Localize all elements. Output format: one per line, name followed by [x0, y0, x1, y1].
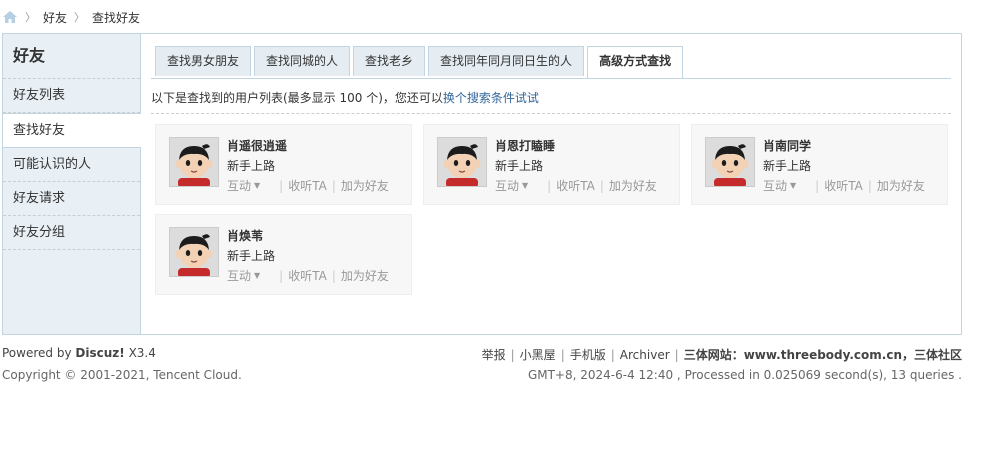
add-friend-link[interactable]: 加为好友: [877, 177, 925, 194]
chevron-down-icon[interactable]: ▼: [254, 181, 260, 190]
tab-advanced-search[interactable]: 高级方式查找: [587, 46, 684, 79]
user-name[interactable]: 肖南同学: [763, 137, 811, 154]
user-name[interactable]: 肖恩打瞌睡: [495, 137, 555, 154]
report-link[interactable]: 举报: [482, 348, 506, 362]
listen-link[interactable]: 收听TA: [824, 177, 863, 194]
sidebar-item-friend-list[interactable]: 好友列表: [3, 79, 140, 113]
chevron-down-icon[interactable]: ▼: [254, 271, 260, 280]
sidebar: 好友 好友列表 查找好友 可能认识的人 好友请求 好友分组: [3, 34, 141, 334]
archiver-link[interactable]: Archiver: [620, 348, 670, 362]
result-tip: 以下是查找到的用户列表(最多显示 100 个)，您还可以换个搜索条件试试: [151, 89, 951, 114]
tip-text: 以下是查找到的用户列表(最多显示 100 个)，您还可以: [151, 91, 443, 105]
sidebar-title: 好友: [3, 34, 140, 79]
tab-find-same-city[interactable]: 查找同城的人: [254, 46, 351, 76]
breadcrumb: 〉 好友 〉 查找好友: [2, 7, 140, 27]
user-card: 肖恩打瞌睡新手上路互动 ▼ | 收听TA | 加为好友: [423, 124, 680, 205]
interact-menu[interactable]: 互动: [495, 177, 519, 194]
user-card: 肖遥很逍遥新手上路互动 ▼ | 收听TA | 加为好友: [155, 124, 412, 205]
listen-link[interactable]: 收听TA: [288, 267, 327, 284]
listen-link[interactable]: 收听TA: [556, 177, 595, 194]
add-friend-link[interactable]: 加为好友: [609, 177, 657, 194]
tab-find-same-birthday[interactable]: 查找同年同月同日生的人: [428, 46, 585, 76]
listen-link[interactable]: 收听TA: [288, 177, 327, 194]
user-card: 肖南同学新手上路互动 ▼ | 收听TA | 加为好友: [691, 124, 948, 205]
content-panel: 好友 好友列表 查找好友 可能认识的人 好友请求 好友分组 查找男女朋友 查找同…: [2, 33, 962, 335]
interact-menu[interactable]: 互动: [763, 177, 787, 194]
tab-find-hometown[interactable]: 查找老乡: [353, 46, 426, 76]
interact-menu[interactable]: 互动: [227, 267, 251, 284]
powered-version: X3.4: [128, 346, 156, 360]
user-level: 新手上路: [227, 159, 276, 173]
user-actions: 互动 ▼ | 收听TA | 加为好友: [227, 267, 389, 284]
user-actions: 互动 ▼ | 收听TA | 加为好友: [495, 177, 657, 194]
user-card: 肖焕苇新手上路互动 ▼ | 收听TA | 加为好友: [155, 214, 412, 295]
sidebar-item-friend-requests[interactable]: 好友请求: [3, 182, 140, 216]
copyright: Copyright © 2001-2021, Tencent Cloud.: [2, 368, 242, 382]
user-level: 新手上路: [495, 159, 544, 173]
user-level: 新手上路: [763, 159, 812, 173]
home-icon[interactable]: [2, 10, 18, 24]
chevron-down-icon[interactable]: ▼: [522, 181, 528, 190]
interact-menu[interactable]: 互动: [227, 177, 251, 194]
breadcrumb-item-friends[interactable]: 好友: [43, 9, 67, 26]
status-line: GMT+8, 2024-6-4 12:40 , Processed in 0.0…: [527, 368, 962, 382]
blackroom-link[interactable]: 小黑屋: [520, 348, 556, 362]
avatar[interactable]: [169, 137, 219, 187]
user-actions: 互动 ▼ | 收听TA | 加为好友: [227, 177, 389, 194]
site-link[interactable]: 三体网站：www.threebody.com.cn，三体社区: [684, 348, 962, 362]
tab-find-partner[interactable]: 查找男女朋友: [155, 46, 252, 76]
mobile-link[interactable]: 手机版: [570, 348, 606, 362]
sidebar-item-find-friends[interactable]: 查找好友: [3, 113, 141, 148]
user-actions: 互动 ▼ | 收听TA | 加为好友: [763, 177, 925, 194]
change-search-link[interactable]: 换个搜索条件试试: [443, 91, 539, 105]
user-level: 新手上路: [227, 249, 276, 263]
sidebar-item-people-you-may-know[interactable]: 可能认识的人: [3, 148, 140, 182]
chevron-down-icon[interactable]: ▼: [790, 181, 796, 190]
avatar[interactable]: [169, 227, 219, 277]
sidebar-item-friend-groups[interactable]: 好友分组: [3, 216, 140, 250]
user-name[interactable]: 肖遥很逍遥: [227, 137, 287, 154]
avatar[interactable]: [437, 137, 487, 187]
footer-links: 举报 | 小黑屋 | 手机版 | Archiver | 三体网站：www.threebody.c…: [481, 348, 962, 362]
avatar[interactable]: [705, 137, 755, 187]
discuz-link[interactable]: Discuz!: [75, 346, 124, 360]
user-name[interactable]: 肖焕苇: [227, 227, 263, 244]
add-friend-link[interactable]: 加为好友: [341, 267, 389, 284]
powered-by: Powered by Discuz! X3.4: [2, 346, 156, 360]
breadcrumb-separator: 〉: [25, 11, 36, 24]
main-area: 查找男女朋友 查找同城的人 查找老乡 查找同年同月同日生的人 高级方式查找 以下…: [151, 34, 951, 334]
breadcrumb-item-find-friends[interactable]: 查找好友: [92, 9, 140, 26]
tab-bar: 查找男女朋友 查找同城的人 查找老乡 查找同年同月同日生的人 高级方式查找: [155, 46, 686, 79]
add-friend-link[interactable]: 加为好友: [341, 177, 389, 194]
tab-divider: [151, 78, 951, 79]
powered-prefix: Powered by: [2, 346, 72, 360]
breadcrumb-separator: 〉: [74, 11, 86, 24]
